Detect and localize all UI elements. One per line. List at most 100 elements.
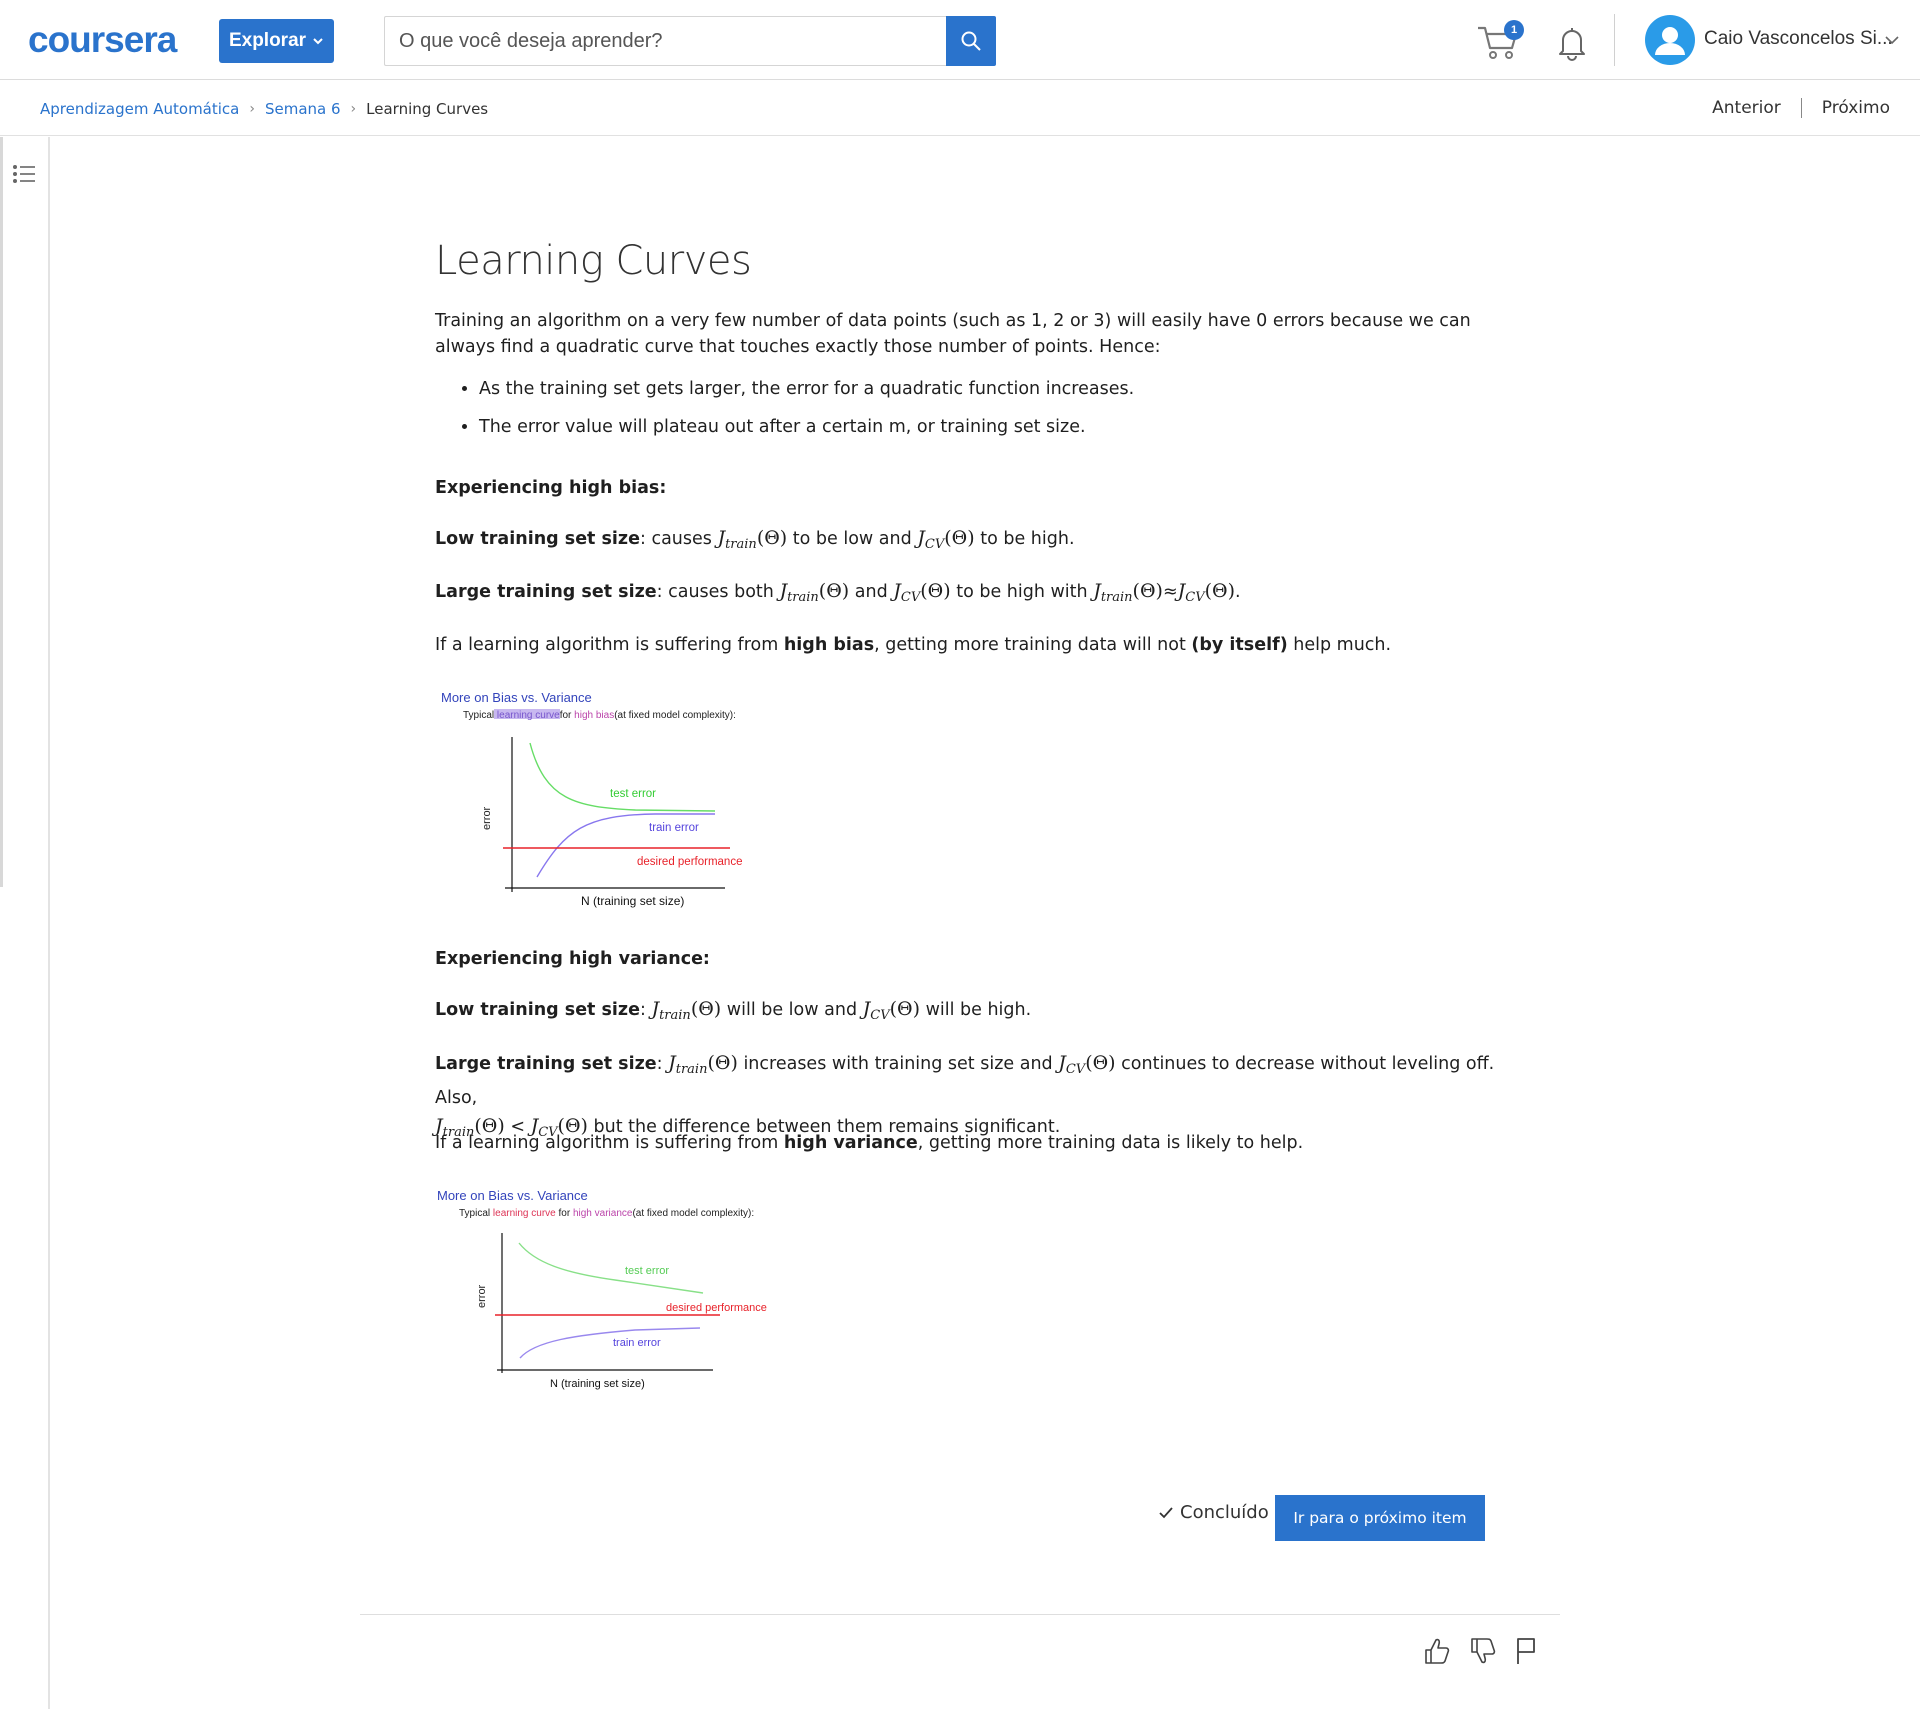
sub-suffix: (at fixed model complexity):: [632, 1208, 754, 1219]
sidebar-scroll-track: [0, 137, 3, 887]
search-button[interactable]: [946, 16, 996, 66]
coursera-logo[interactable]: coursera: [28, 20, 177, 60]
math-sub: CV: [1065, 1062, 1086, 1077]
figure-subtitle: Typical learning curve for high variance…: [459, 1208, 754, 1219]
math-sub: train: [675, 1062, 708, 1077]
math-theta: (Θ): [818, 580, 850, 602]
math-j: J: [779, 580, 788, 602]
math-theta: (Θ): [1204, 580, 1235, 602]
y-axis-label: error: [476, 1284, 488, 1308]
avatar[interactable]: [1645, 15, 1695, 65]
math-sub: train: [725, 537, 757, 552]
high-bias-emphasis: high bias: [783, 635, 875, 655]
math-sub: CV: [900, 590, 921, 605]
course-outline-sidebar: [0, 137, 50, 1709]
high-bias-learning-curve-figure: More on Bias vs. Variance Typical learni…: [441, 690, 742, 908]
previous-link[interactable]: Anterior: [1712, 98, 1781, 118]
text: If a learning algorithm is suffering fro…: [435, 1133, 784, 1153]
text: will be high.: [920, 1000, 1032, 1020]
figure-title: More on Bias vs. Variance: [437, 1188, 588, 1203]
text: to be high with: [950, 582, 1094, 602]
cart-count-badge: 1: [1504, 20, 1524, 40]
math-theta: (Θ): [707, 1052, 738, 1074]
math-theta: (Θ): [1132, 580, 1163, 602]
math-j: J: [651, 998, 660, 1020]
chevron-down-icon[interactable]: [1884, 33, 1900, 47]
low-size-label: Low training set size: [435, 529, 640, 549]
math-sub: train: [787, 590, 819, 605]
j-cv-formula: JCV(Θ): [863, 998, 920, 1023]
breadcrumb-current: Learning Curves: [366, 100, 489, 118]
text: , getting more training data will not: [874, 635, 1192, 655]
next-link[interactable]: Próximo: [1822, 98, 1890, 118]
bias-low-paragraph: Low training set size: causes Jtrain(Θ) …: [435, 525, 1495, 558]
flag-icon[interactable]: [1512, 1636, 1540, 1666]
sub-mid: for: [560, 710, 574, 721]
desired-performance-label: desired performance: [637, 856, 742, 868]
course-outline-toggle-icon[interactable]: [12, 163, 36, 185]
explore-label: Explorar: [228, 30, 307, 51]
math-theta: (Θ): [690, 998, 722, 1020]
go-to-next-item-button[interactable]: Ir para o próximo item: [1275, 1495, 1485, 1541]
low-size-label: Low training set size: [435, 1000, 640, 1020]
math-j: J: [1093, 580, 1101, 602]
math-j: J: [1058, 1052, 1066, 1074]
math-j: J: [668, 1052, 676, 1074]
variance-heading: Experiencing high variance:: [435, 949, 710, 969]
j-cv-formula: JCV(Θ): [1178, 580, 1235, 605]
math-theta: (Θ): [756, 527, 788, 549]
math-sub: CV: [870, 1008, 890, 1023]
text: If a learning algorithm is suffering fro…: [435, 635, 784, 655]
thumbs-down-icon[interactable]: [1468, 1636, 1496, 1666]
explore-button[interactable]: Explorar: [219, 19, 334, 63]
x-axis-label: N (training set size): [581, 894, 684, 908]
text: , getting more training data is likely t…: [917, 1133, 1304, 1153]
user-name[interactable]: Caio Vasconcelos Si...: [1704, 28, 1893, 50]
high-variance-emphasis: high variance: [783, 1133, 918, 1153]
top-navigation-bar: coursera Explorar 1 Caio Vasconcelos Si.…: [0, 0, 1920, 80]
large-size-label: Large training set size: [435, 1054, 657, 1074]
approx-symbol: ≈: [1162, 582, 1178, 602]
search-box: [384, 16, 946, 66]
j-train-formula: Jtrain(Θ): [717, 527, 788, 552]
breadcrumb-bar: Aprendizagem Automática › Semana 6 › Lea…: [0, 81, 1920, 136]
math-theta: (Θ): [920, 580, 951, 602]
breadcrumb: Aprendizagem Automática › Semana 6 › Lea…: [40, 100, 488, 118]
intro-paragraph: Training an algorithm on a very few numb…: [435, 311, 1471, 357]
breadcrumb-week[interactable]: Semana 6: [265, 100, 341, 118]
x-axis-label: N (training set size): [550, 1378, 645, 1390]
test-error-curve: [518, 1242, 704, 1294]
nav-divider: [1800, 98, 1802, 118]
page-title: Learning Curves: [435, 238, 752, 284]
check-icon: [1159, 1506, 1173, 1518]
j-train-formula: Jtrain(Θ): [651, 998, 722, 1023]
thumbs-up-icon[interactable]: [1422, 1636, 1450, 1666]
text: .: [1235, 582, 1241, 602]
text: to be low and: [787, 529, 918, 549]
search-input[interactable]: [385, 17, 946, 65]
sub-highlight: high bias: [574, 710, 614, 721]
divider: [360, 1614, 1560, 1615]
sub-highlight: high variance: [573, 1208, 633, 1219]
test-error-label: test error: [610, 788, 656, 800]
math-sub: CV: [924, 537, 945, 552]
variance-summary-paragraph: If a learning algorithm is suffering fro…: [435, 1130, 1495, 1156]
text: :: [656, 1054, 669, 1074]
by-itself-emphasis: (by itself): [1191, 635, 1288, 655]
text: :: [639, 1000, 652, 1020]
breadcrumb-course[interactable]: Aprendizagem Automática: [40, 100, 239, 118]
bias-summary-paragraph: If a learning algorithm is suffering fro…: [435, 632, 1495, 658]
text: help much.: [1287, 635, 1392, 655]
text: to be high.: [974, 529, 1075, 549]
j-train-formula: Jtrain(Θ): [779, 580, 850, 605]
bias-large-paragraph: Large training set size: causes both Jtr…: [435, 578, 1495, 611]
sub-prefix: Typical: [463, 710, 497, 721]
train-error-curve: [519, 1327, 701, 1359]
math-theta: (Θ): [944, 527, 975, 549]
search-icon: [961, 31, 981, 51]
completed-label: Concluído: [1180, 1502, 1269, 1523]
header-divider: [1614, 14, 1615, 66]
math-sub: train: [659, 1008, 691, 1023]
variance-low-paragraph: Low training set size: Jtrain(Θ) will be…: [435, 996, 1495, 1029]
notification-bell-icon[interactable]: [1555, 24, 1589, 62]
